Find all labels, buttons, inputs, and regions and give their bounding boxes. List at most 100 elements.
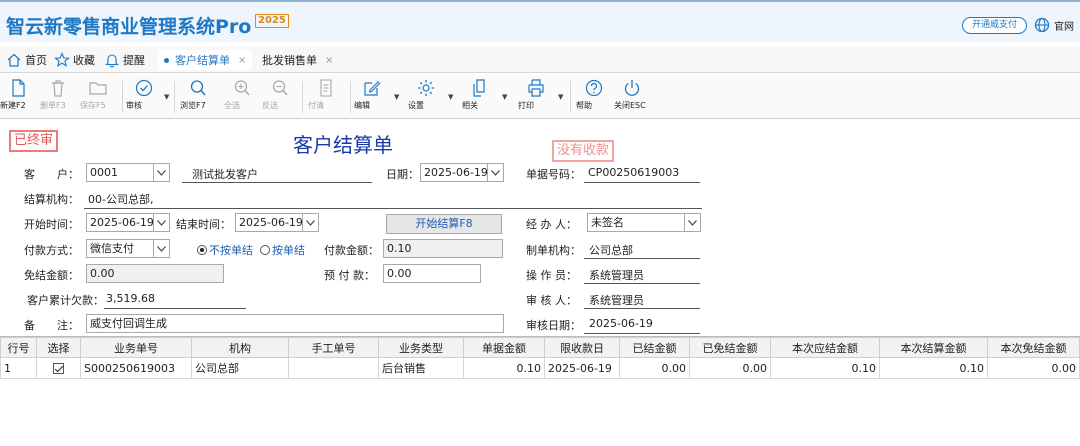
audit-button[interactable]: 审核 [126,78,162,116]
prepay-label: 预 付 款： [324,269,375,282]
edit-button[interactable]: 编辑 [354,78,390,116]
org-cell[interactable]: 公司总部 [191,357,289,379]
org-underline [84,208,702,209]
end-time-picker[interactable]: 2025-06-19 [235,213,319,232]
biz-no-cell[interactable]: S000250619003 [80,357,192,379]
prepay-field[interactable]: 0.00 [383,264,481,283]
column-header[interactable]: 机构 [191,337,289,358]
remark-field[interactable]: 威支付回调生成 [86,314,504,333]
column-header[interactable]: 已结金额 [619,337,690,358]
audit-dropdown-icon[interactable]: ▼ [164,93,169,101]
customer-code-value: 0001 [90,166,118,179]
print-dropdown-icon[interactable]: ▼ [558,93,563,101]
waive-amount-label: 免结金额： [24,269,79,282]
globe-icon[interactable] [1034,17,1050,33]
column-header[interactable]: 本次结算金额 [879,337,988,358]
column-header[interactable]: 单据金额 [463,337,545,358]
arrears-value: 3,519.68 [106,292,155,305]
settings-label: 设置 [408,101,424,110]
radio-not-by-bill[interactable]: 不按单结 [197,242,253,258]
column-header[interactable]: 限收款日 [544,337,620,358]
delete-button[interactable]: 删单F3 [40,78,76,116]
waived-cell[interactable]: 0.00 [689,357,771,379]
end-time-label: 结束时间： [176,218,231,231]
chevron-down-icon[interactable] [153,240,169,257]
select-all-button[interactable]: 全选 [224,78,260,116]
invert-button[interactable]: 反选 [262,78,298,116]
chevron-down-icon[interactable] [684,214,700,231]
close-tab-icon[interactable]: × [238,55,246,66]
settled-cell[interactable]: 0.00 [619,357,690,379]
should-settle-cell[interactable]: 0.10 [770,357,880,379]
year-badge: 2025 [255,14,289,28]
browse-button[interactable]: 浏览F7 [180,78,216,116]
audit-date-label: 审核日期： [526,319,581,332]
audit-label: 审核 [126,101,142,110]
nav-favorites[interactable]: 收藏 [54,52,95,68]
radio-by-bill[interactable]: 按单结 [260,242,305,258]
manual-no-cell[interactable] [288,357,379,379]
help-button[interactable]: 帮助 [576,78,612,116]
save-button[interactable]: 保存F5 [80,78,116,116]
start-time-value: 2025-06-19 [90,216,154,229]
column-header[interactable]: 选择 [36,337,81,358]
settings-dropdown-icon[interactable]: ▼ [448,93,453,101]
radio-not-by-bill-label: 不按单结 [209,244,253,257]
tab-customer-settlement[interactable]: 客户结算单 × [158,50,253,70]
table-row[interactable]: 1 S000250619003 公司总部 后台销售 0.10 2025-06-1… [0,357,1080,379]
edit-dropdown-icon[interactable]: ▼ [394,93,399,101]
column-header[interactable]: 已免结金额 [689,337,771,358]
start-time-picker[interactable]: 2025-06-19 [86,213,170,232]
select-all-label: 全选 [224,101,240,110]
biz-type-cell[interactable]: 后台销售 [378,357,464,379]
pay-amount-field[interactable]: 0.10 [383,239,503,258]
this-settle-cell[interactable]: 0.10 [879,357,988,379]
date-picker[interactable]: 2025-06-19 [420,163,504,182]
column-header[interactable]: 业务类型 [378,337,464,358]
copy-icon [473,79,485,97]
related-dropdown-icon[interactable]: ▼ [502,93,507,101]
column-header[interactable]: 手工单号 [288,337,379,358]
waive-amount-field[interactable]: 0.00 [86,264,224,283]
form-title: 客户结算单 [293,133,393,157]
close-button[interactable]: 关闭ESC [614,78,650,116]
handler-label: 经 办 人： [526,218,577,231]
column-header[interactable]: 业务单号 [80,337,192,358]
column-header[interactable]: 行号 [0,337,37,358]
open-pay-button[interactable]: 开通威支付 [962,17,1027,34]
customer-code-combo[interactable]: 0001 [86,163,170,182]
title-bar: 智云新零售商业管理系统Pro 2025 开通威支付 官网 [0,0,1080,42]
tab-wholesale-sales[interactable]: 批发销售单 × [256,50,339,70]
due-date-cell[interactable]: 2025-06-19 [544,357,620,379]
customer-name: 测试批发客户 [192,168,258,181]
row-checkbox[interactable] [53,363,64,374]
chevron-down-icon[interactable] [487,164,503,181]
settlement-form: 已终审 客户结算单 没有收款 客 户： 0001 测试批发客户 日期： 2025… [0,120,1080,335]
search-icon [190,80,206,96]
official-site-link[interactable]: 官网 [1054,18,1074,33]
bell-icon [105,54,119,68]
chevron-down-icon[interactable] [153,214,169,231]
column-header[interactable]: 本次免结金额 [987,337,1080,358]
chevron-down-icon[interactable] [302,214,318,231]
nav-reminders[interactable]: 提醒 [104,52,145,68]
pay-method-label: 付款方式： [24,244,79,257]
pay-method-combo[interactable]: 微信支付 [86,239,170,258]
toolbar-separator [302,81,303,113]
column-header[interactable]: 本次应结金额 [770,337,880,358]
browse-label: 浏览F7 [180,101,206,110]
pay-off-button[interactable]: 付清 [308,78,344,116]
handler-combo[interactable]: 未签名 [587,213,701,232]
chevron-down-icon[interactable] [153,164,169,181]
related-button[interactable]: 相关 [462,78,498,116]
nav-home[interactable]: 首页 [6,52,47,68]
new-button[interactable]: 新建F2 [0,78,36,116]
doc-no-label: 单据号码： [526,168,581,181]
settings-button[interactable]: 设置 [408,78,444,116]
close-tab-icon[interactable]: × [325,55,333,66]
amount-cell[interactable]: 0.10 [463,357,545,379]
print-button[interactable]: 打印 [518,78,554,116]
start-settlement-button[interactable]: 开始结算F8 [386,214,502,234]
this-waive-cell[interactable]: 0.00 [987,357,1080,379]
select-cell[interactable] [36,357,81,379]
